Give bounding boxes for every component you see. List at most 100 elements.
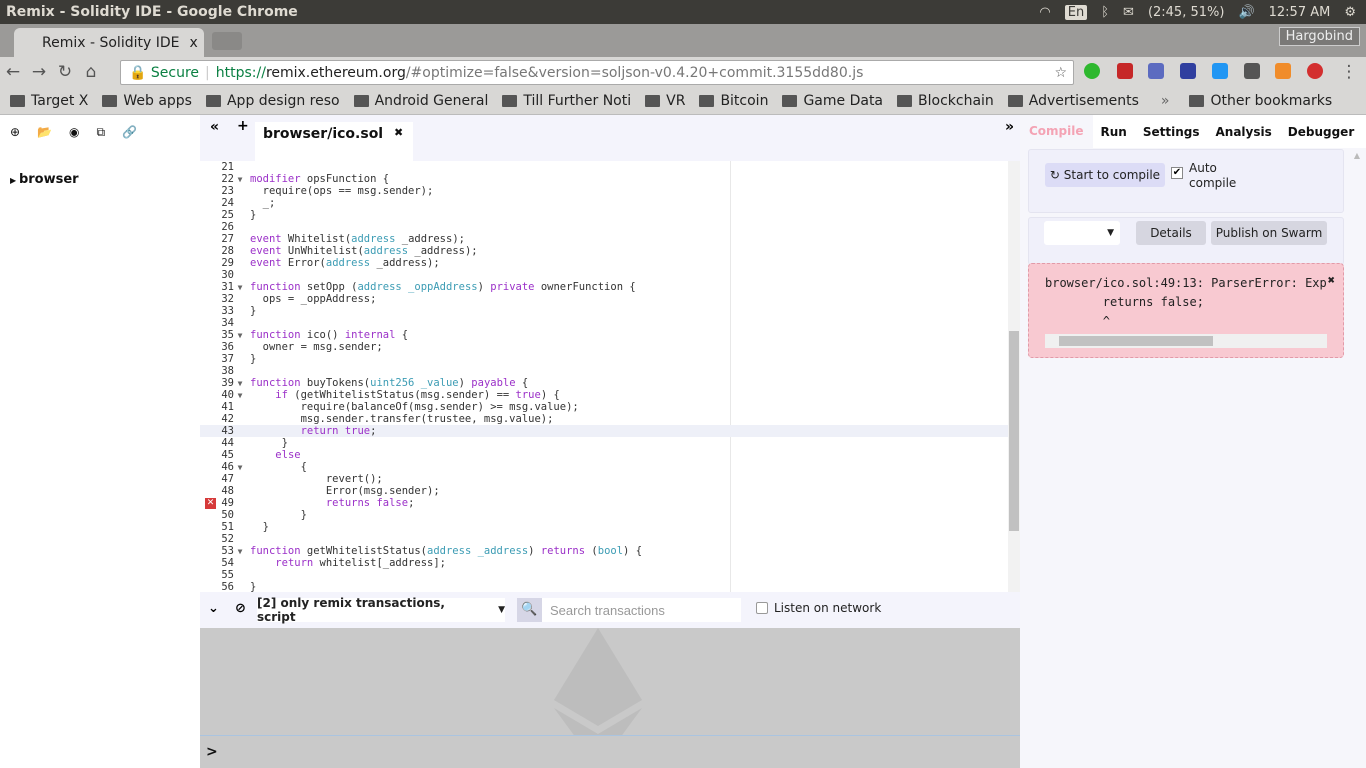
- code-line[interactable]: 35 ▼ function ico() internal {: [200, 329, 1008, 341]
- code-area[interactable]: 21 22 ▼ modifier opsFunction {23 require(op…: [200, 161, 1008, 592]
- forward-icon[interactable]: →: [26, 62, 52, 82]
- code-line[interactable]: 24 _;: [200, 197, 1008, 209]
- bookmark-folder[interactable]: Bitcoin: [699, 93, 768, 109]
- editor-scrollbar[interactable]: [1008, 161, 1020, 592]
- battery-status[interactable]: (2:45, 51%): [1148, 5, 1225, 20]
- folder-browser[interactable]: ▶ browser: [10, 172, 200, 187]
- code-line[interactable]: 32 ops = _oppAddress;: [200, 293, 1008, 305]
- add-file-button[interactable]: +: [237, 118, 249, 134]
- terminal-input[interactable]: >: [200, 735, 1020, 768]
- bookmark-folder[interactable]: Advertisements: [1007, 93, 1139, 109]
- home-icon[interactable]: ⌂: [78, 62, 104, 82]
- browser-tab[interactable]: Remix - Solidity IDE x: [14, 28, 204, 57]
- extension-icon[interactable]: [1117, 63, 1133, 79]
- new-tab-button[interactable]: [212, 32, 242, 50]
- link-icon[interactable]: 🔗: [122, 125, 137, 140]
- extension-icon[interactable]: [1244, 63, 1260, 79]
- clear-terminal-icon[interactable]: ⊘: [235, 601, 246, 616]
- code-line[interactable]: 22 ▼ modifier opsFunction {: [200, 173, 1008, 185]
- code-line[interactable]: 33}: [200, 305, 1008, 317]
- code-line[interactable]: 43 return true;: [200, 425, 1008, 437]
- code-line[interactable]: 50 }: [200, 509, 1008, 521]
- tab-run[interactable]: Run: [1093, 125, 1135, 139]
- settings-gear-icon[interactable]: ⚙: [1344, 5, 1356, 20]
- code-line[interactable]: 26: [200, 221, 1008, 233]
- menu-icon[interactable]: ⋮: [1336, 62, 1362, 82]
- code-line[interactable]: 53 ▼ function getWhitelistStatus(address _…: [200, 545, 1008, 557]
- extension-icon[interactable]: [1084, 63, 1100, 79]
- code-line[interactable]: 39 ▼ function buyTokens(uint256 _value) pa…: [200, 377, 1008, 389]
- code-line[interactable]: 38: [200, 365, 1008, 377]
- code-line[interactable]: 23 require(ops == msg.sender);: [200, 185, 1008, 197]
- bookmark-folder[interactable]: Game Data: [782, 93, 883, 109]
- volume-icon[interactable]: 🔊: [1238, 5, 1254, 20]
- details-button[interactable]: Details: [1136, 221, 1206, 245]
- code-line[interactable]: 45 else: [200, 449, 1008, 461]
- listen-on-network-checkbox[interactable]: Listen on network: [756, 601, 881, 615]
- bookmark-folder[interactable]: Target X: [10, 93, 88, 109]
- mail-icon[interactable]: ✉: [1123, 5, 1134, 20]
- github-icon[interactable]: ◉: [69, 125, 79, 140]
- code-line[interactable]: 30: [200, 269, 1008, 281]
- code-line[interactable]: 28 event UnWhitelist(address _address);: [200, 245, 1008, 257]
- search-transactions-input[interactable]: [542, 598, 741, 622]
- code-line[interactable]: 37}: [200, 353, 1008, 365]
- close-tab-icon[interactable]: ✖: [394, 126, 403, 139]
- extension-icon[interactable]: [1148, 63, 1164, 79]
- adblock-icon[interactable]: [1307, 63, 1323, 79]
- address-bar[interactable]: 🔒 Secure | https://remix.ethereum.org/#o…: [120, 60, 1074, 85]
- tab-suppor[interactable]: Suppor: [1362, 125, 1366, 139]
- error-marker-icon[interactable]: ✕: [205, 498, 216, 509]
- start-compile-button[interactable]: ↻ Start to compile: [1045, 163, 1165, 187]
- bookmark-folder[interactable]: Blockchain: [897, 93, 994, 109]
- wifi-icon[interactable]: ◠: [1039, 5, 1050, 20]
- editor-tab-ico-sol[interactable]: browser/ico.sol ✖: [255, 122, 414, 161]
- keyboard-layout[interactable]: En: [1064, 4, 1088, 20]
- bookmark-folder[interactable]: App design reso: [205, 93, 340, 109]
- code-line[interactable]: 52: [200, 533, 1008, 545]
- collapse-right-button[interactable]: »: [1005, 119, 1014, 135]
- code-line[interactable]: 42 msg.sender.transfer(trustee, msg.valu…: [200, 413, 1008, 425]
- scroll-up-icon[interactable]: ▲: [1354, 151, 1360, 160]
- copy-icon[interactable]: ⧉: [97, 125, 106, 140]
- code-line[interactable]: 55: [200, 569, 1008, 581]
- scrollbar-thumb[interactable]: [1009, 331, 1019, 531]
- contract-select[interactable]: ▼: [1044, 221, 1120, 245]
- code-line[interactable]: 29 event Error(address _address);: [200, 257, 1008, 269]
- bookmark-folder[interactable]: Till Further Noti: [502, 93, 631, 109]
- error-horizontal-scrollbar[interactable]: [1045, 334, 1327, 348]
- minimize-terminal-icon[interactable]: ⌄: [208, 601, 219, 616]
- bluetooth-icon[interactable]: ᛒ: [1101, 5, 1109, 20]
- code-line[interactable]: 27 event Whitelist(address _address);: [200, 233, 1008, 245]
- tab-analysis[interactable]: Analysis: [1208, 125, 1280, 139]
- code-line[interactable]: 40 ▼ if (getWhitelistStatus(msg.sender) =…: [200, 389, 1008, 401]
- code-line[interactable]: 36 owner = msg.sender;: [200, 341, 1008, 353]
- open-folder-icon[interactable]: 📂: [37, 125, 52, 140]
- collapse-left-button[interactable]: «: [210, 119, 219, 135]
- more-bookmarks-button[interactable]: »: [1161, 93, 1170, 109]
- code-line[interactable]: 31 ▼ function setOpp (address _oppAddress)…: [200, 281, 1008, 293]
- code-line[interactable]: 56}: [200, 581, 1008, 592]
- bookmark-star-icon[interactable]: ☆: [1054, 65, 1067, 81]
- bookmark-folder[interactable]: Web apps: [102, 93, 192, 109]
- close-error-icon[interactable]: ✖: [1328, 273, 1335, 287]
- bookmark-folder[interactable]: Android General: [353, 93, 488, 109]
- tab-close-icon[interactable]: x: [189, 35, 197, 51]
- extension-icon[interactable]: [1180, 63, 1196, 79]
- other-bookmarks[interactable]: Other bookmarks: [1189, 93, 1332, 109]
- code-line[interactable]: 44 }: [200, 437, 1008, 449]
- code-line[interactable]: ✕ 49 returns false;: [200, 497, 1008, 509]
- back-icon[interactable]: ←: [0, 62, 26, 82]
- publish-swarm-button[interactable]: Publish on Swarm: [1211, 221, 1327, 245]
- transaction-filter-select[interactable]: [2] only remix transactions, script ▼: [257, 596, 505, 624]
- code-line[interactable]: 25}: [200, 209, 1008, 221]
- new-file-icon[interactable]: ⊕: [10, 125, 20, 140]
- profile-button[interactable]: Hargobind: [1278, 27, 1360, 46]
- auto-compile-checkbox[interactable]: ✔: [1171, 167, 1183, 179]
- code-line[interactable]: 34: [200, 317, 1008, 329]
- tab-compile[interactable]: Compile: [1020, 115, 1093, 148]
- code-line[interactable]: 21: [200, 161, 1008, 173]
- code-line[interactable]: 48 Error(msg.sender);: [200, 485, 1008, 497]
- tab-debugger[interactable]: Debugger: [1280, 125, 1362, 139]
- extension-icon[interactable]: [1212, 63, 1228, 79]
